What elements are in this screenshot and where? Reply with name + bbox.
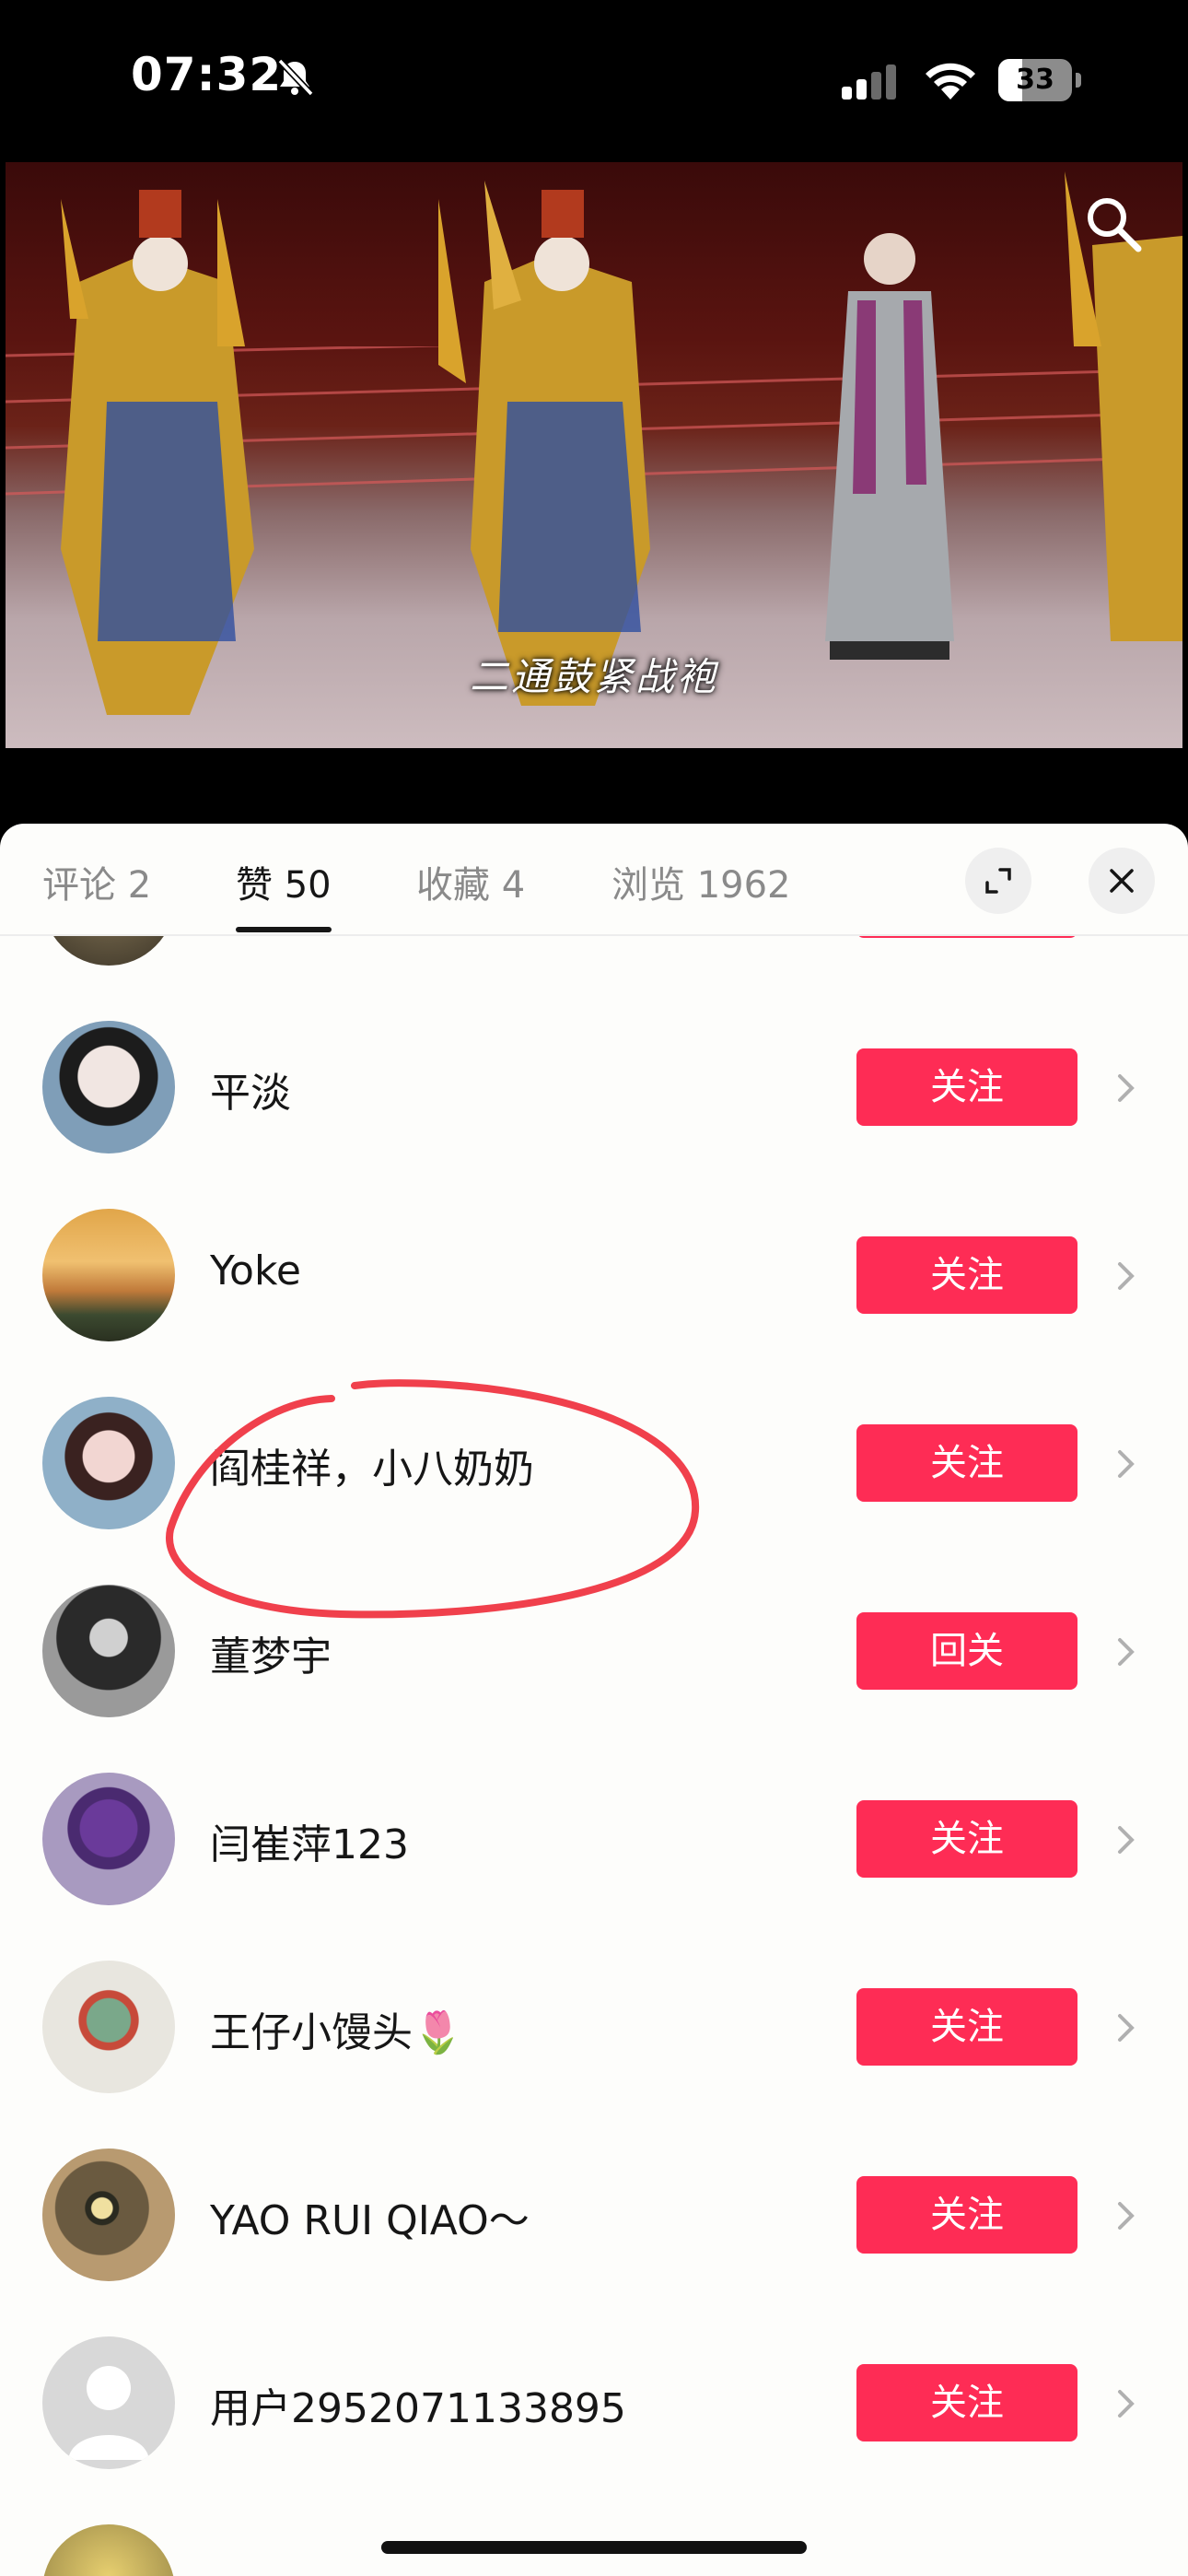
user-name: 王仔小馒头🌷 (210, 2009, 463, 2056)
bell-slash-icon (277, 58, 314, 97)
expand-button[interactable] (965, 848, 1031, 914)
list-item[interactable]: Yoke 关注 (0, 1181, 1188, 1369)
follow-button[interactable]: 关注 (856, 1048, 1077, 1126)
video-subtitle: 二通鼓紧战袍 (469, 654, 718, 699)
avatar[interactable] (42, 1585, 175, 1717)
chevron-right-icon[interactable] (1116, 1636, 1136, 1668)
list-item[interactable] (0, 2497, 1188, 2576)
close-icon (1110, 869, 1134, 893)
follow-button[interactable]: 关注 (856, 2364, 1077, 2441)
tab-likes[interactable]: 赞 50 (236, 855, 332, 908)
tab-bar: 评论 2 赞 50 收藏 4 浏览 1962 (0, 824, 1188, 936)
chevron-right-icon[interactable] (1116, 1260, 1136, 1292)
tab-views[interactable]: 浏览 1962 (611, 855, 791, 908)
battery-level: 33 (1016, 64, 1054, 96)
active-tab-indicator (236, 927, 332, 932)
chevron-right-icon[interactable] (1116, 1824, 1136, 1856)
status-bar: 07:32 33 (0, 0, 1188, 161)
user-name: 阎桂祥，小八奶奶 (210, 1446, 534, 1493)
chevron-right-icon[interactable] (1116, 2012, 1136, 2043)
battery-icon: 33 (998, 59, 1083, 101)
user-name: 闫崔萍123 (210, 1821, 409, 1868)
avatar[interactable] (42, 2524, 175, 2576)
likes-sheet: 评论 2 赞 50 收藏 4 浏览 1962 🌟 关注 平淡 (0, 824, 1188, 2576)
follow-button[interactable]: 关注 (856, 1236, 1077, 1314)
cellular-signal-icon (842, 64, 896, 100)
follow-button[interactable]: 关注 (856, 1988, 1077, 2066)
list-item[interactable]: 董梦宇 回关 (0, 1557, 1188, 1745)
follow-button[interactable]: 关注 (856, 1424, 1077, 1502)
avatar[interactable] (42, 936, 175, 966)
avatar[interactable] (42, 1397, 175, 1529)
user-name: 平淡 (210, 1070, 291, 1117)
avatar[interactable] (42, 1773, 175, 1905)
search-icon[interactable] (1081, 192, 1146, 256)
default-avatar-icon[interactable] (42, 2336, 175, 2469)
status-time: 07:32 (131, 48, 283, 101)
list-item[interactable]: 闫崔萍123 关注 (0, 1745, 1188, 1933)
wifi-icon (926, 63, 975, 100)
list-item[interactable]: 🌟 关注 (0, 936, 1188, 993)
avatar[interactable] (42, 1021, 175, 1153)
follow-button[interactable]: 关注 (856, 936, 1077, 938)
follow-button[interactable]: 关注 (856, 1800, 1077, 1878)
avatar[interactable] (42, 2149, 175, 2281)
home-indicator (381, 2541, 807, 2554)
follow-button[interactable]: 关注 (856, 2176, 1077, 2254)
list-item[interactable]: 用户2952071133895 关注 (0, 2309, 1188, 2497)
liker-list[interactable]: 🌟 关注 平淡 关注 Yoke 关注 阎桂祥，小八奶奶 关注 董梦宇 回关 (0, 936, 1188, 2576)
user-name: YAO RUI QIAO～ (210, 2197, 530, 2244)
list-item[interactable]: 王仔小馒头🌷 关注 (0, 1933, 1188, 2121)
list-item[interactable]: 阎桂祥，小八奶奶 关注 (0, 1369, 1188, 1557)
chevron-right-icon[interactable] (1116, 1072, 1136, 1104)
chevron-right-icon[interactable] (1116, 2388, 1136, 2419)
list-item[interactable]: YAO RUI QIAO～ 关注 (0, 2121, 1188, 2309)
tab-favorites[interactable]: 收藏 4 (416, 855, 525, 908)
follow-back-button[interactable]: 回关 (856, 1612, 1077, 1690)
expand-icon (985, 868, 1011, 894)
user-name: Yoke (210, 1247, 301, 1294)
chevron-right-icon[interactable] (1116, 2200, 1136, 2231)
avatar[interactable] (42, 1961, 175, 2093)
close-button[interactable] (1089, 848, 1155, 914)
tab-comments[interactable]: 评论 2 (42, 855, 151, 908)
list-item[interactable]: 平淡 关注 (0, 993, 1188, 1181)
video-player[interactable]: 二通鼓紧战袍 (6, 162, 1182, 748)
avatar[interactable] (42, 1209, 175, 1341)
user-name: 董梦宇 (210, 1633, 332, 1680)
chevron-right-icon[interactable] (1116, 1448, 1136, 1480)
user-name: 用户2952071133895 (210, 2385, 626, 2432)
